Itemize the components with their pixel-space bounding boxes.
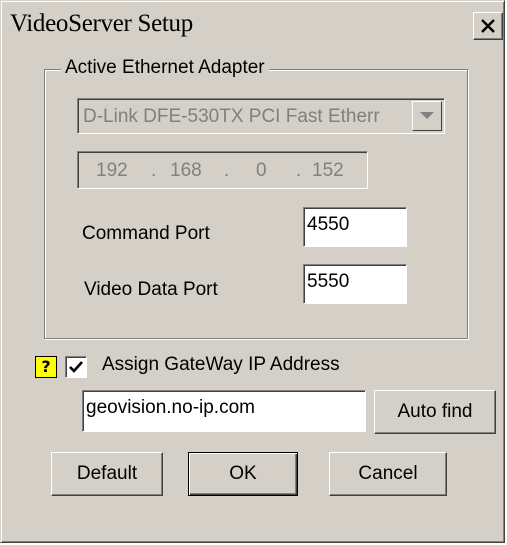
default-button[interactable]: Default: [51, 452, 163, 496]
ip-address-field[interactable]: 192 . 168 . 0 . 152: [77, 151, 368, 189]
adapter-dropdown-button[interactable]: [412, 101, 442, 131]
chevron-down-icon: [420, 112, 434, 119]
close-button[interactable]: [473, 12, 503, 40]
video-port-label: Video Data Port: [84, 279, 218, 300]
auto-find-button[interactable]: Auto find: [374, 390, 496, 434]
ip-separator: .: [224, 160, 230, 181]
adapter-dropdown[interactable]: D-Link DFE-530TX PCI Fast Etherr: [77, 98, 445, 134]
command-port-label: Command Port: [82, 223, 210, 244]
ip-octet-3[interactable]: 0: [256, 160, 267, 182]
window-title: VideoServer Setup: [10, 10, 193, 37]
gateway-address-input[interactable]: geovision.no-ip.com: [82, 390, 366, 432]
group-legend: Active Ethernet Adapter: [61, 57, 269, 79]
ok-button[interactable]: OK: [188, 452, 298, 496]
command-port-input[interactable]: 4550: [303, 207, 407, 247]
help-icon[interactable]: ?: [35, 356, 57, 378]
checkmark-icon: [69, 361, 83, 373]
ip-separator: .: [296, 160, 302, 181]
ip-octet-2[interactable]: 168: [170, 160, 202, 182]
adapter-selected-value: D-Link DFE-530TX PCI Fast Etherr: [83, 106, 380, 127]
assign-gateway-checkbox[interactable]: [65, 356, 87, 378]
title-bar[interactable]: VideoServer Setup: [4, 4, 503, 49]
ip-octet-1[interactable]: 192: [96, 160, 128, 182]
ip-octet-4[interactable]: 152: [312, 160, 344, 182]
close-icon: [481, 19, 495, 33]
video-port-input[interactable]: 5550: [303, 264, 407, 304]
assign-gateway-label[interactable]: Assign GateWay IP Address: [102, 354, 340, 376]
setup-dialog: VideoServer Setup Active Ethernet Adapte…: [0, 0, 505, 543]
ip-separator: .: [151, 160, 157, 181]
cancel-button[interactable]: Cancel: [329, 452, 447, 496]
